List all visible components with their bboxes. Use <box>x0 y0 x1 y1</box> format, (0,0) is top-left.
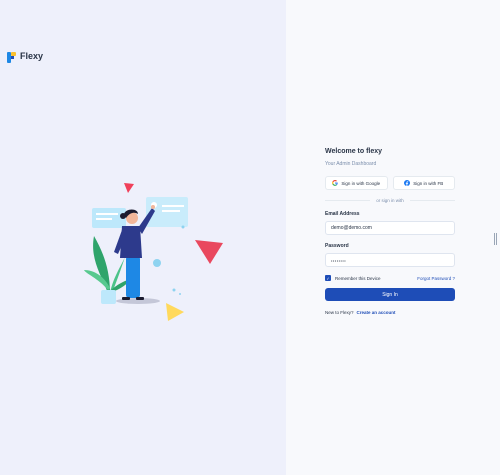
divider: or sign in with <box>325 198 456 203</box>
google-signin-label: Sign in with Google <box>341 180 381 186</box>
forgot-password-link[interactable]: Forgot Password ? <box>417 276 455 281</box>
fb-signin-button[interactable]: Sign in with FB <box>392 176 455 190</box>
login-subtitle: Your Admin Dashboard <box>325 161 377 167</box>
login-page: Flexy Welcome to flexy Your Admin Dashbo… <box>0 0 500 475</box>
fb-signin-label: Sign in with FB <box>413 180 444 186</box>
resize-handle-icon[interactable] <box>494 233 497 245</box>
check-icon: ✓ <box>326 275 330 281</box>
login-panel: Welcome to flexy Your Admin Dashboard Si… <box>286 0 500 475</box>
brand-name: Flexy <box>20 50 44 61</box>
email-field[interactable]: demo@demo.com <box>325 221 455 235</box>
create-account-link[interactable]: Create an account <box>357 310 396 315</box>
triangle-red-top <box>124 183 134 193</box>
login-form: Welcome to flexy Your Admin Dashboard Si… <box>325 148 456 315</box>
new-to-flexy-text: New to Flexy? <box>325 310 354 315</box>
google-icon <box>332 179 339 187</box>
email-label: Email Address <box>325 211 360 217</box>
facebook-icon <box>404 179 411 187</box>
triangle-yellow <box>166 303 184 321</box>
password-field[interactable]: •••••••• <box>325 253 455 267</box>
remember-label: Remember this Device <box>335 275 381 281</box>
signup-prompt: New to Flexy? Create an account <box>325 310 455 315</box>
plant-pot <box>101 290 116 304</box>
illustration-panel: Flexy <box>0 0 286 475</box>
social-login-row: Sign in with Google Sign in with FB <box>325 176 455 190</box>
login-title: Welcome to flexy <box>325 148 383 155</box>
password-label: Password <box>325 243 349 249</box>
remember-device[interactable]: ✓ Remember this Device <box>325 275 381 281</box>
brand[interactable]: Flexy <box>7 50 44 63</box>
login-options: ✓ Remember this Device Forgot Password ? <box>325 275 455 281</box>
triangle-red-right <box>195 240 223 264</box>
divider-text: or sign in with <box>376 198 404 203</box>
login-illustration <box>84 183 223 321</box>
google-signin-button[interactable]: Sign in with Google <box>325 176 388 190</box>
signin-button[interactable]: Sign In <box>325 288 455 301</box>
flexy-logo-icon <box>7 50 16 63</box>
remember-checkbox[interactable]: ✓ <box>325 275 331 281</box>
